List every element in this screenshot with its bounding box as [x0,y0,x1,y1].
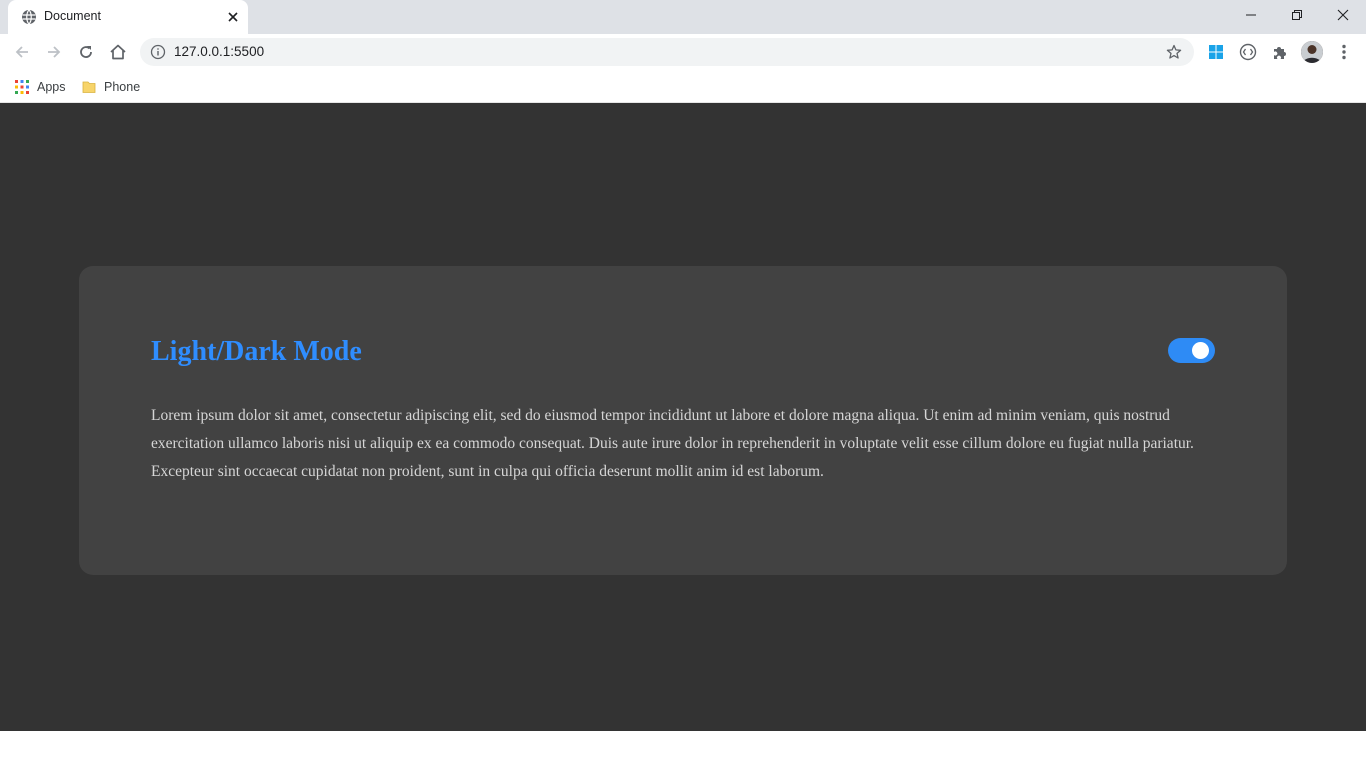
restore-icon[interactable] [1274,0,1320,30]
browser-toolbar: 127.0.0.1:5500 [0,34,1366,70]
page-content: Light/Dark Mode Lorem ipsum dolor sit am… [0,103,1366,731]
url-text: 127.0.0.1:5500 [174,44,265,59]
globe-icon [21,9,37,25]
info-icon[interactable] [150,44,166,60]
minimize-icon[interactable] [1228,0,1274,30]
body-paragraph: Lorem ipsum dolor sit amet, consectetur … [151,407,1194,480]
toggle-knob [1192,342,1209,359]
bookmark-phone[interactable]: Phone [82,76,140,98]
close-window-icon[interactable] [1320,0,1366,30]
browser-tab[interactable]: Document [8,0,248,34]
reload-icon[interactable] [74,40,98,64]
apps-grid-icon [15,80,29,94]
page-bottom-blank [0,731,1366,768]
dark-mode-toggle[interactable] [1168,338,1215,363]
windows-extension-icon[interactable] [1205,41,1227,63]
bookmark-label: Apps [37,80,66,94]
tab-title: Document [44,9,101,23]
bookmark-label: Phone [104,80,141,94]
tab-strip: Document [0,0,1366,34]
back-arrow-icon[interactable] [10,40,34,64]
extensions-puzzle-icon[interactable] [1269,41,1291,63]
bookmark-star-icon[interactable] [1166,44,1182,60]
address-bar[interactable]: 127.0.0.1:5500 [140,38,1194,66]
forward-arrow-icon[interactable] [42,40,66,64]
profile-avatar[interactable] [1301,41,1323,63]
folder-icon [82,81,96,93]
home-icon[interactable] [106,40,130,64]
content-card: Light/Dark Mode Lorem ipsum dolor sit am… [79,266,1287,575]
menu-kebab-icon[interactable] [1333,41,1355,63]
page-title: Light/Dark Mode [151,336,362,367]
live-server-extension-icon[interactable] [1237,41,1259,63]
close-tab-icon[interactable] [226,10,240,24]
bookmarks-bar: Apps Phone [0,70,1366,103]
bookmark-apps[interactable]: Apps [15,76,66,98]
